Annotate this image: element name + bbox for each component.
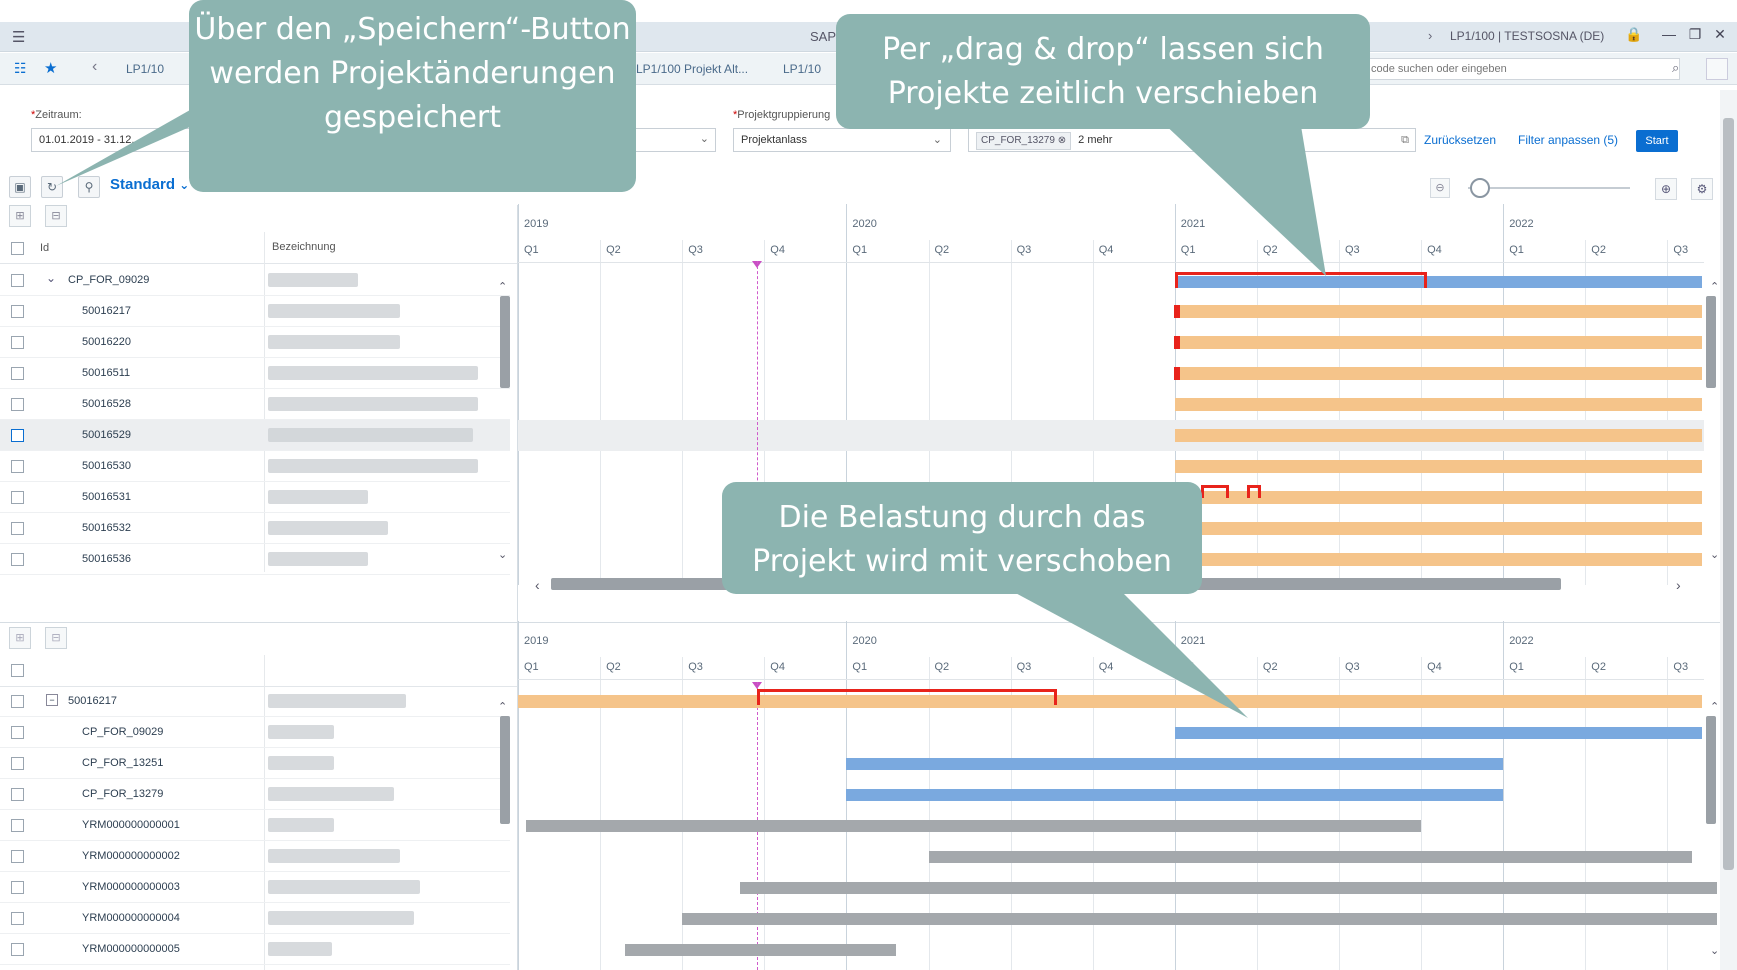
callout-load: Die Belastung durch das Projekt wird mit… (722, 482, 1202, 594)
callout-pointer-load (1010, 590, 1248, 718)
callout-drag: Per „drag & drop“ lassen sich Projekte z… (836, 14, 1370, 129)
callout-save: Über den „Speichern“-Button werden Proje… (189, 0, 636, 192)
callout-pointer-drag (1160, 120, 1326, 276)
